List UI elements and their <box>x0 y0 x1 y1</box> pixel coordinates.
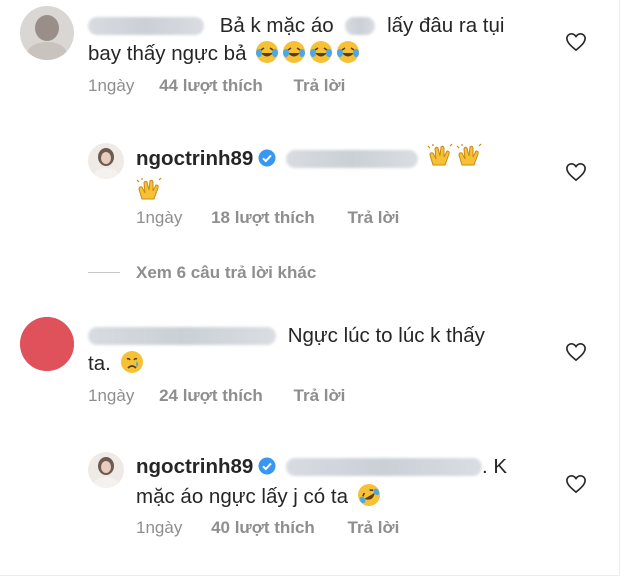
heart-icon[interactable] <box>565 162 587 182</box>
blurred-username[interactable] <box>88 17 204 35</box>
reply-button[interactable]: Trả lời <box>348 518 400 538</box>
laughing-emoji <box>282 40 306 72</box>
likes-count[interactable]: 18 lượt thích <box>211 208 315 228</box>
comment-text: ngoctrinh89 . K mặc áo ngực lấy j có ta <box>136 453 546 515</box>
clap-emoji <box>136 177 162 211</box>
comment-text: ngoctrinh89 <box>136 143 536 211</box>
likes-count[interactable]: 40 lượt thích <box>211 518 315 538</box>
comment-time: 1ngày <box>88 386 135 405</box>
blurred-word <box>345 17 376 35</box>
reply-button[interactable]: Trả lời <box>348 208 400 228</box>
blurred-username[interactable] <box>88 327 276 345</box>
laughing-emoji <box>255 40 279 72</box>
comment-time: 1ngày <box>136 518 183 537</box>
heart-icon[interactable] <box>565 474 587 494</box>
verified-badge-icon <box>258 147 276 175</box>
crying-emoji <box>120 350 144 382</box>
reply-button[interactable]: Trả lời <box>294 386 346 406</box>
heart-icon[interactable] <box>565 342 587 362</box>
comment-meta: 1ngày 24 lượt thích Trả lời <box>88 386 345 406</box>
comment-time: 1ngày <box>88 76 135 95</box>
username[interactable]: ngoctrinh89 <box>136 455 253 478</box>
clap-emoji <box>427 143 453 177</box>
comment-meta: 1ngày 18 lượt thích Trả lời <box>136 208 399 228</box>
comment-text: Ngực lúc to lúc k thấy ta. <box>88 322 558 382</box>
laughing-emoji <box>309 40 333 72</box>
comment-text: Bả k mặc áo lấy đâu ra tụi bay thấy ngực… <box>88 12 558 72</box>
username[interactable]: ngoctrinh89 <box>136 147 253 170</box>
comment-time: 1ngày <box>136 208 183 227</box>
reply-button[interactable]: Trả lời <box>294 76 346 96</box>
comments-panel: Bả k mặc áo lấy đâu ra tụi bay thấy ngực… <box>0 0 620 576</box>
laughing-emoji <box>336 40 360 72</box>
rofl-emoji <box>357 483 381 515</box>
heart-icon[interactable] <box>565 32 587 52</box>
comment-meta: 1ngày 44 lượt thích Trả lời <box>88 76 345 96</box>
divider <box>88 272 120 273</box>
view-more-replies-button[interactable]: Xem 6 câu trả lời khác <box>88 263 316 283</box>
likes-count[interactable]: 24 lượt thích <box>159 386 263 406</box>
avatar[interactable] <box>20 6 74 60</box>
likes-count[interactable]: 44 lượt thích <box>159 76 263 96</box>
mention-link[interactable] <box>286 458 483 476</box>
avatar[interactable] <box>88 143 124 179</box>
verified-badge-icon <box>258 455 276 483</box>
avatar[interactable] <box>88 452 124 488</box>
clap-emoji <box>456 143 482 177</box>
mention-link[interactable] <box>286 150 419 168</box>
avatar[interactable] <box>20 317 74 371</box>
comment-meta: 1ngày 40 lượt thích Trả lời <box>136 518 399 538</box>
